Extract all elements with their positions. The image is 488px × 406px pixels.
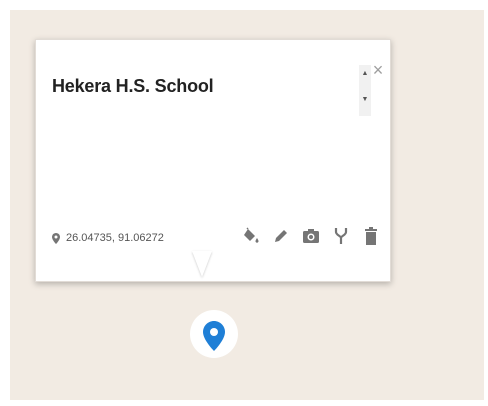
paint-bucket-icon[interactable] <box>242 226 260 246</box>
info-window: Hekera H.S. School ▲ ▼ × 26.04735, 91.06… <box>35 39 391 282</box>
map-canvas[interactable]: Hekera H.S. School ▲ ▼ × 26.04735, 91.06… <box>10 10 484 400</box>
trash-icon[interactable] <box>362 226 380 246</box>
coordinates-row: 26.04735, 91.06272 <box>52 232 164 244</box>
map-marker-icon[interactable] <box>203 321 225 351</box>
scroll-down-arrow[interactable]: ▼ <box>359 95 371 105</box>
popup-toolbar <box>242 226 380 246</box>
coordinates-text: 26.04735, 91.06272 <box>66 232 164 244</box>
info-window-pointer <box>192 251 212 277</box>
camera-icon[interactable] <box>302 226 320 246</box>
route-fork-icon[interactable] <box>332 226 350 246</box>
close-button[interactable]: × <box>368 60 388 80</box>
pencil-icon[interactable] <box>272 226 290 246</box>
map-pin-icon <box>52 232 60 244</box>
place-title: Hekera H.S. School <box>52 76 214 96</box>
